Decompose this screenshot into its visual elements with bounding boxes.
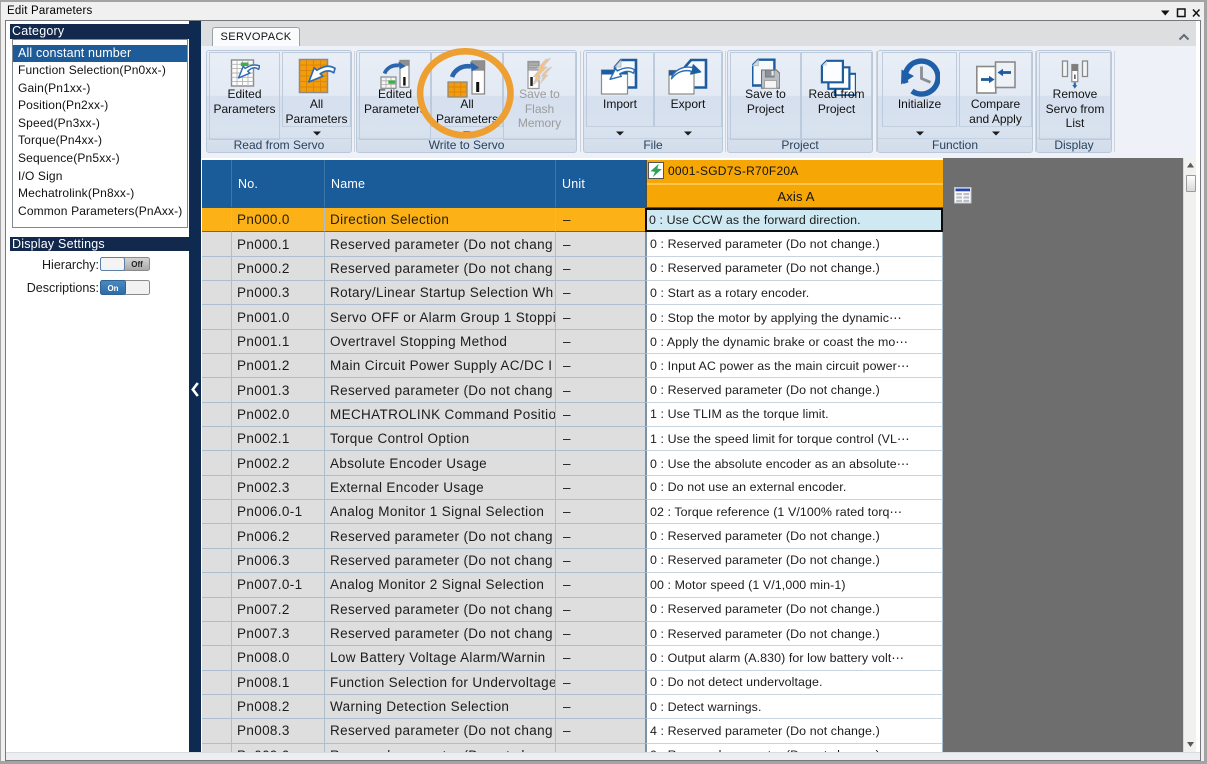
svg-text:Off: Off xyxy=(131,260,143,269)
svg-text:On: On xyxy=(107,284,118,293)
